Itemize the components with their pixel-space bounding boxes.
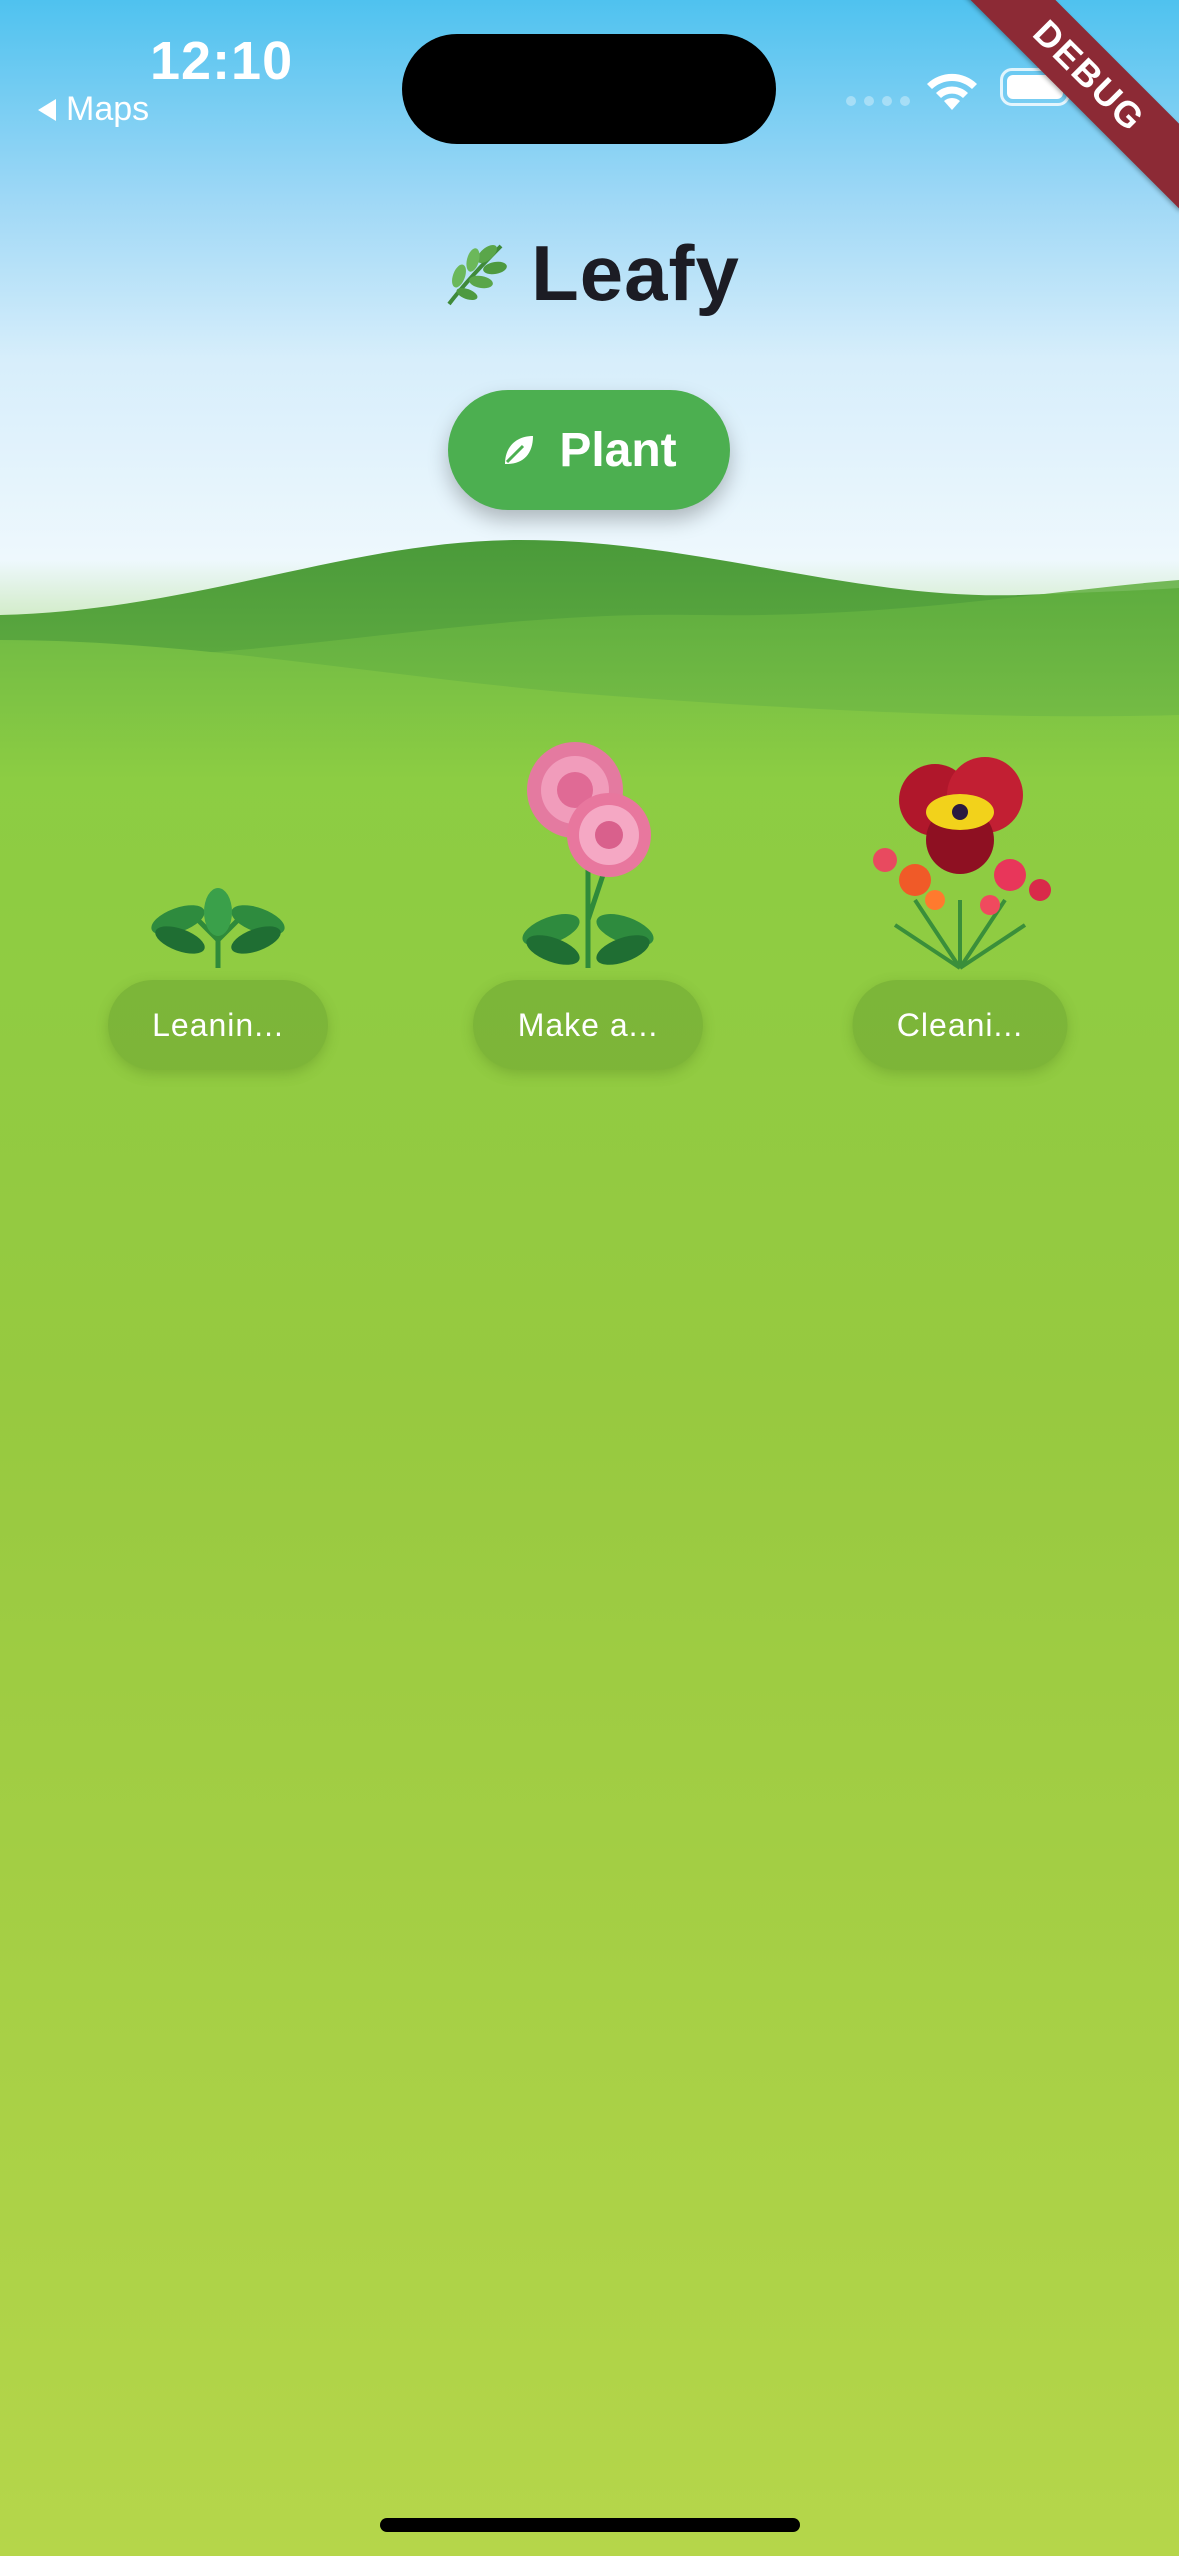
herb-icon: [447, 244, 507, 305]
status-time: 12:10: [150, 31, 294, 91]
plant-label-2: Make a...: [473, 980, 703, 1070]
plant-label-1: Leanin...: [108, 980, 328, 1070]
app-screen: 12:10 Maps DEBUG Leafy Plant Leanin... M…: [0, 0, 1179, 2556]
plant-item-3[interactable]: Cleani...: [820, 740, 1100, 1080]
back-to-app-link[interactable]: Maps: [38, 90, 149, 129]
debug-banner: DEBUG: [954, 0, 1179, 211]
plant-item-1[interactable]: Leanin...: [78, 740, 358, 1080]
back-app-label: Maps: [66, 90, 150, 128]
dynamic-island: [402, 34, 776, 144]
app-header: Leafy: [0, 228, 1179, 319]
wifi-icon: [927, 73, 977, 110]
flower-bouquet-icon: [873, 757, 1051, 970]
leaf-icon: [505, 436, 534, 464]
plant-button-label: Plant: [559, 423, 677, 477]
plant-label-3: Cleani...: [852, 980, 1068, 1070]
cellular-signal-icon: [846, 96, 910, 106]
home-indicator[interactable]: [380, 2518, 800, 2532]
app-title: Leafy: [531, 229, 740, 317]
plant-button[interactable]: Plant: [448, 390, 730, 510]
back-arrow-icon: [38, 98, 56, 121]
pink-flower-icon: [522, 742, 654, 968]
plant-item-2[interactable]: Make a...: [448, 740, 728, 1080]
seedling-icon: [151, 888, 285, 968]
